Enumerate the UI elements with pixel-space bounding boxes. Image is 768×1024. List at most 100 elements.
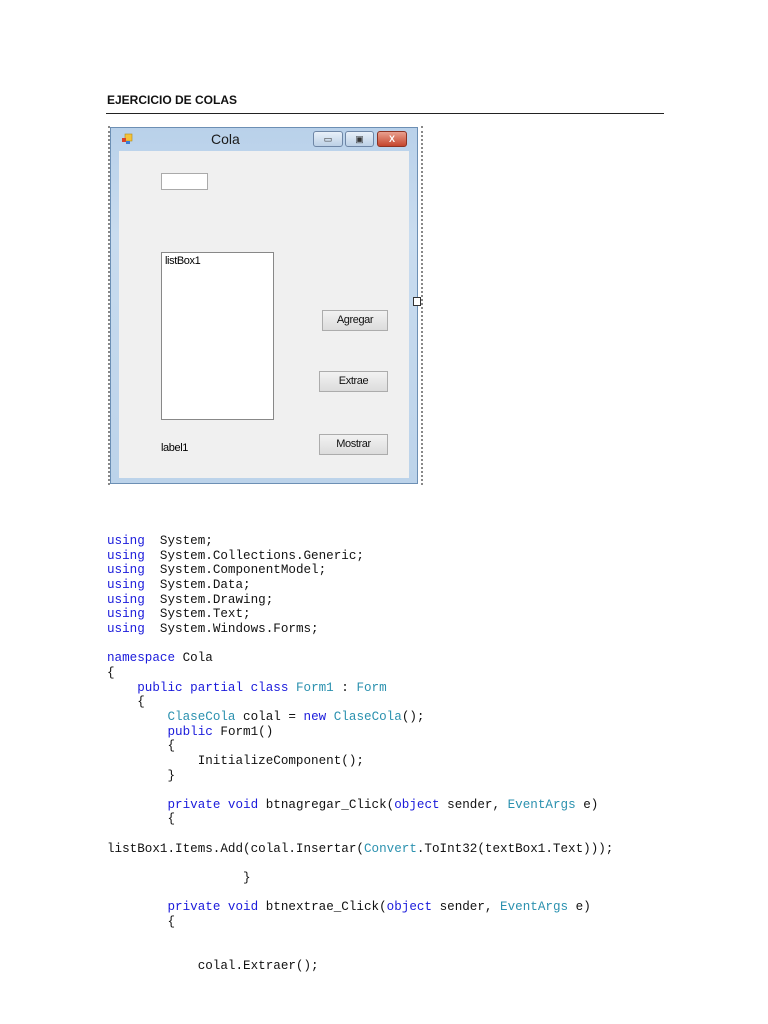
app-icon [122,133,133,144]
code-line: namespace Cola [107,651,613,666]
code-line: using System.ComponentModel; [107,563,613,578]
code-text: Form1() [212,724,274,739]
close-button[interactable]: X [377,131,407,147]
code-keyword: private void [167,797,259,812]
code-keyword: using [107,548,145,563]
code-keyword: private void [167,900,259,915]
document-page: EJERCICIO DE COLAS Cola ▭ ▣ X listBox1 A… [0,0,768,1024]
code-text: System.Collections.Generic; [144,548,364,563]
mostrar-button[interactable]: Mostrar [319,434,388,455]
code-text: } [107,871,251,886]
code-keyword: using [107,534,145,548]
code-text: { [107,695,145,710]
code-line: { [107,739,613,754]
code-keyword: using [107,592,145,607]
code-keyword: object [394,797,440,812]
code-type: Form [356,680,387,695]
code-keyword: public [167,724,213,739]
code-keyword: object [386,900,433,915]
label1: label1 [161,442,188,454]
code-text: colal.Extraer(); [107,959,319,974]
code-text: { [107,915,176,930]
window-title: Cola [211,131,240,147]
code-text: { [107,812,176,827]
code-keyword: using [107,577,145,592]
code-text: listBox1.Items.Add(colal.Insertar( [107,841,364,856]
code-line: InitializeComponent(); [107,754,613,769]
code-line: public Form1() [107,725,613,740]
code-type: EventArgs [507,797,576,812]
minimize-button[interactable]: ▭ [313,131,343,147]
title-divider [106,113,664,114]
code-line: { [107,666,613,681]
code-keyword: public partial class [137,680,289,695]
code-line: } [107,769,613,784]
code-line: colal.Extraer(); [107,959,613,974]
code-line: { [107,695,613,710]
listbox[interactable]: listBox1 [161,252,274,420]
code-keyword: using [107,621,145,636]
code-text: InitializeComponent(); [107,753,364,768]
code-text: Cola [175,651,213,666]
code-text: btnextrae_Click( [258,900,387,915]
code-text: System.Text; [144,607,251,622]
listbox-label: listBox1 [165,255,201,267]
code-keyword: using [107,607,145,622]
code-line: } [107,871,613,886]
code-text: e) [568,900,591,915]
maximize-button[interactable]: ▣ [345,131,374,147]
code-line: using System.Text; [107,607,613,622]
code-text: btnagregar_Click( [258,797,395,812]
code-type: Convert [363,841,417,856]
text-input[interactable] [161,173,208,190]
code-line: using System.Windows.Forms; [107,622,613,637]
code-text: (); [401,709,425,724]
code-line: using System; [107,534,613,549]
code-line: listBox1.Items.Add(colal.Insertar(Conver… [107,842,613,857]
resize-handle[interactable] [413,297,421,306]
form-window: Cola ▭ ▣ X listBox1 Agregar Extrae Mostr… [110,127,418,484]
extrae-button[interactable]: Extrae [319,371,388,392]
agregar-button[interactable]: Agregar [322,310,388,331]
code-line: using System.Drawing; [107,593,613,608]
code-line: { [107,812,613,827]
code-keyword: new [303,709,327,724]
code-text: sender, [439,797,508,812]
code-text: : [333,680,357,695]
code-text: System.Windows.Forms; [144,621,319,636]
code-line: { [107,915,613,930]
code-text: System.Drawing; [144,592,274,607]
code-type: Form1 [295,680,334,695]
code-listing: using System; using System.Collections.Ge… [107,534,613,974]
code-keyword: using [107,563,145,578]
code-type: ClaseCola [333,709,402,724]
code-line: using System.Collections.Generic; [107,549,613,564]
code-text: { [107,665,115,680]
code-text: sender, [432,900,501,915]
code-line: private void btnagregar_Click(object sen… [107,798,613,813]
code-line: using System.Data; [107,578,613,593]
code-text: System; [144,534,213,548]
code-text: System.ComponentModel; [144,563,327,578]
code-line: ClaseCola colal = new ClaseCola(); [107,710,613,725]
code-text: .ToInt32(textBox1.Text))); [416,841,614,856]
document-title: EJERCICIO DE COLAS [107,93,238,107]
code-type: ClaseCola [167,709,236,724]
code-text: System.Data; [144,577,251,592]
code-text: e) [575,797,599,812]
code-line: private void btnextrae_Click(object send… [107,900,613,915]
code-type: EventArgs [500,900,569,915]
